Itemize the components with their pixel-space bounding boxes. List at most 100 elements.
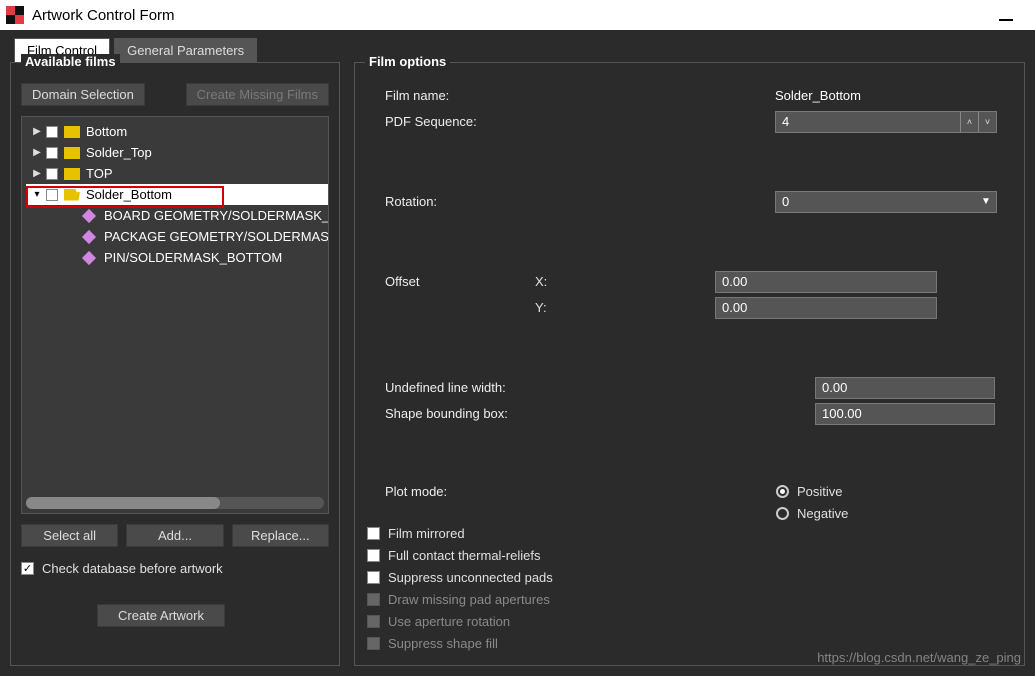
app-icon bbox=[6, 6, 24, 24]
opt-label: Suppress shape fill bbox=[388, 636, 498, 651]
domain-selection-button[interactable]: Domain Selection bbox=[21, 83, 145, 106]
checkbox[interactable] bbox=[367, 549, 380, 562]
tree-child[interactable]: PIN/SOLDERMASK_BOTTOM bbox=[26, 247, 329, 268]
add-button[interactable]: Add... bbox=[126, 524, 223, 547]
full-contact-option[interactable]: Full contact thermal-reliefs bbox=[365, 545, 774, 567]
watermark-text: https://blog.csdn.net/wang_ze_ping bbox=[817, 650, 1021, 665]
checkbox bbox=[367, 615, 380, 628]
check-db-label: Check database before artwork bbox=[42, 561, 223, 576]
available-films-panel: Available films Domain Selection Create … bbox=[10, 62, 340, 666]
checkbox[interactable] bbox=[46, 126, 58, 138]
offset-x-label: X: bbox=[535, 274, 547, 289]
film-options-panel: Film options Film name: Solder_Bottom PD… bbox=[354, 62, 1025, 666]
opt-label: Film mirrored bbox=[388, 526, 465, 541]
chevron-right-icon[interactable]: ▶ bbox=[32, 168, 42, 179]
checkbox[interactable] bbox=[367, 527, 380, 540]
pdf-sequence-value: 4 bbox=[776, 114, 960, 129]
tab-bar: Film Control General Parameters bbox=[10, 38, 1025, 62]
checkbox[interactable] bbox=[46, 147, 58, 159]
window-titlebar: Artwork Control Form bbox=[0, 0, 1035, 30]
chevron-down-icon[interactable]: ▼ bbox=[976, 196, 996, 207]
tree-child[interactable]: PACKAGE GEOMETRY/SOLDERMASK_BOTTOM bbox=[26, 226, 329, 247]
checkbox bbox=[367, 593, 380, 606]
shape-bounding-box-input[interactable]: 100.00 bbox=[815, 403, 995, 425]
shape-bb-value: 100.00 bbox=[822, 406, 862, 421]
create-missing-films-button[interactable]: Create Missing Films bbox=[186, 83, 329, 106]
radio-label: Negative bbox=[797, 506, 848, 521]
pdf-sequence-label: PDF Sequence: bbox=[365, 114, 535, 129]
offset-x-input[interactable]: 0.00 bbox=[715, 271, 937, 293]
horizontal-scrollbar[interactable] bbox=[26, 497, 324, 509]
tree-label: Solder_Bottom bbox=[86, 187, 172, 202]
undefined-line-width-label: Undefined line width: bbox=[365, 380, 625, 395]
scroll-thumb[interactable] bbox=[26, 497, 220, 509]
check-db-checkbox[interactable]: ✓ bbox=[21, 562, 34, 575]
opt-label: Suppress unconnected pads bbox=[388, 570, 553, 585]
checkbox[interactable] bbox=[46, 189, 58, 201]
chevron-right-icon[interactable]: ▶ bbox=[32, 126, 42, 137]
tree-label: Solder_Top bbox=[86, 145, 152, 160]
layer-icon bbox=[82, 208, 96, 222]
available-films-legend: Available films bbox=[21, 54, 120, 69]
film-name-label: Film name: bbox=[365, 88, 535, 103]
tree-item-solder-top[interactable]: ▶ Solder_Top bbox=[26, 142, 329, 163]
aperture-rotation-option: Use aperture rotation bbox=[365, 611, 774, 633]
rotation-dropdown[interactable]: 0 ▼ bbox=[775, 191, 997, 213]
tree-label: PIN/SOLDERMASK_BOTTOM bbox=[104, 250, 282, 265]
opt-label: Full contact thermal-reliefs bbox=[388, 548, 540, 563]
folder-icon bbox=[64, 147, 80, 159]
undef-line-value: 0.00 bbox=[822, 380, 847, 395]
layer-icon bbox=[82, 229, 96, 243]
offset-x-value: 0.00 bbox=[722, 274, 747, 289]
tree-label: BOARD GEOMETRY/SOLDERMASK_BOTTOM bbox=[104, 208, 329, 223]
layer-icon bbox=[82, 250, 96, 264]
opt-label: Draw missing pad apertures bbox=[388, 592, 550, 607]
chevron-down-icon[interactable]: ˅ bbox=[978, 112, 996, 132]
folder-open-icon bbox=[64, 189, 80, 201]
draw-missing-option: Draw missing pad apertures bbox=[365, 589, 774, 611]
checkbox bbox=[367, 637, 380, 650]
plot-positive-radio[interactable]: Positive bbox=[774, 481, 1014, 503]
tree-item-solder-bottom[interactable]: ▾ Solder_Bottom bbox=[26, 184, 329, 205]
offset-y-label: Y: bbox=[535, 300, 547, 315]
rotation-value: 0 bbox=[776, 194, 976, 209]
checkbox[interactable] bbox=[46, 168, 58, 180]
radio-icon[interactable] bbox=[776, 507, 789, 520]
tab-general-parameters[interactable]: General Parameters bbox=[114, 38, 257, 62]
chevron-right-icon[interactable]: ▶ bbox=[32, 147, 42, 158]
radio-label: Positive bbox=[797, 484, 843, 499]
minimize-button[interactable] bbox=[999, 19, 1013, 21]
chevron-up-icon[interactable]: ˄ bbox=[960, 112, 978, 132]
film-mirrored-option[interactable]: Film mirrored bbox=[365, 523, 774, 545]
window-title: Artwork Control Form bbox=[32, 7, 175, 24]
film-options-legend: Film options bbox=[365, 54, 450, 69]
offset-y-value: 0.00 bbox=[722, 300, 747, 315]
checkbox[interactable] bbox=[367, 571, 380, 584]
pdf-sequence-spinner[interactable]: 4 ˄ ˅ bbox=[775, 111, 997, 133]
film-name-value: Solder_Bottom bbox=[775, 88, 861, 103]
tree-item-top[interactable]: ▶ TOP bbox=[26, 163, 329, 184]
create-artwork-button[interactable]: Create Artwork bbox=[97, 604, 225, 627]
plot-negative-radio[interactable]: Negative bbox=[774, 503, 1014, 525]
check-db-row[interactable]: ✓ Check database before artwork bbox=[21, 561, 329, 576]
folder-icon bbox=[64, 168, 80, 180]
opt-label: Use aperture rotation bbox=[388, 614, 510, 629]
plot-mode-label: Plot mode: bbox=[365, 484, 535, 499]
films-tree[interactable]: ▶ Bottom ▶ Solder_Top ▶ bbox=[21, 116, 329, 514]
chevron-down-icon[interactable]: ▾ bbox=[32, 189, 42, 200]
tree-item-bottom[interactable]: ▶ Bottom bbox=[26, 121, 329, 142]
suppress-pads-option[interactable]: Suppress unconnected pads bbox=[365, 567, 774, 589]
select-all-button[interactable]: Select all bbox=[21, 524, 118, 547]
folder-icon bbox=[64, 126, 80, 138]
tree-child[interactable]: BOARD GEOMETRY/SOLDERMASK_BOTTOM bbox=[26, 205, 329, 226]
rotation-label: Rotation: bbox=[365, 194, 535, 209]
shape-bounding-box-label: Shape bounding box: bbox=[365, 406, 625, 421]
radio-icon[interactable] bbox=[776, 485, 789, 498]
undefined-line-width-input[interactable]: 0.00 bbox=[815, 377, 995, 399]
offset-y-input[interactable]: 0.00 bbox=[715, 297, 937, 319]
suppress-shape-option: Suppress shape fill bbox=[365, 633, 774, 655]
replace-button[interactable]: Replace... bbox=[232, 524, 329, 547]
tree-label: PACKAGE GEOMETRY/SOLDERMASK_BOTTOM bbox=[104, 229, 329, 244]
tree-label: Bottom bbox=[86, 124, 127, 139]
tree-label: TOP bbox=[86, 166, 113, 181]
